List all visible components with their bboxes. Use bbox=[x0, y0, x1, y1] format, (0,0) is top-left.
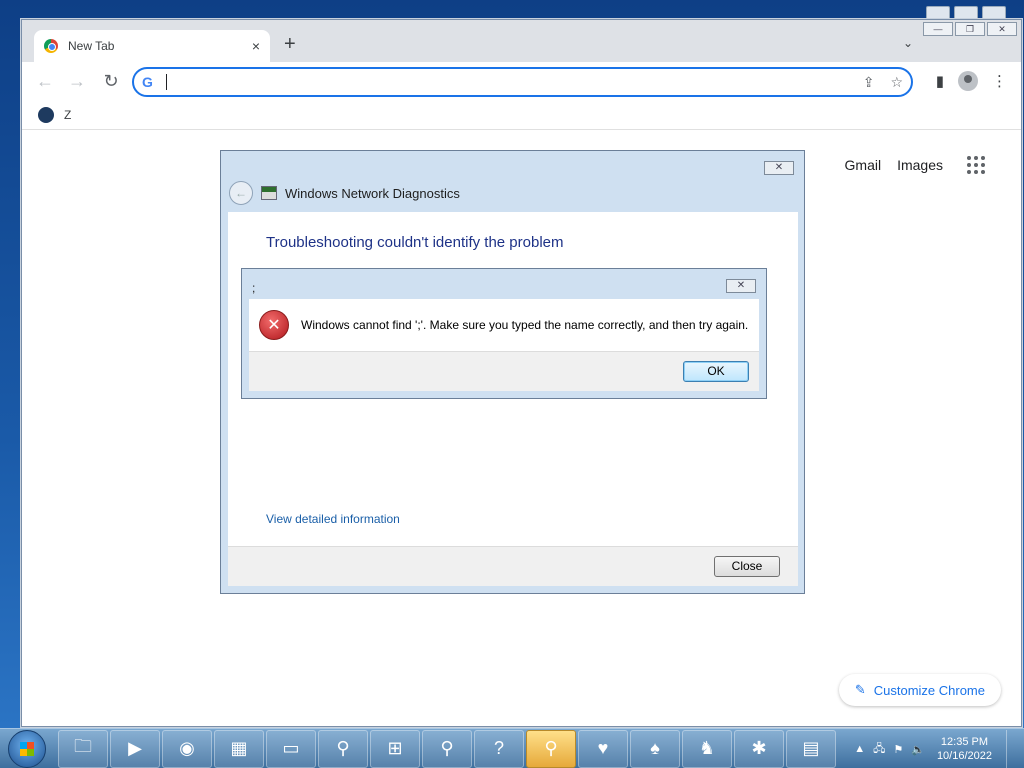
diagnostics-footer: Close bbox=[228, 546, 798, 586]
remote-desktop-icon: ▭ bbox=[282, 738, 300, 758]
images-link[interactable]: Images bbox=[897, 157, 943, 173]
address-input[interactable] bbox=[166, 74, 847, 90]
google-apps-icon[interactable] bbox=[967, 156, 985, 174]
volume-icon[interactable]: 🔈 bbox=[911, 743, 925, 756]
tab-close-icon[interactable]: × bbox=[252, 38, 260, 54]
taskbar-item-network-diagnostics[interactable]: ⚲ bbox=[526, 729, 576, 768]
taskbar-item-search-2[interactable]: ⚲ bbox=[422, 729, 472, 768]
error-body: ✕ Windows cannot find ';'. Make sure you… bbox=[249, 299, 759, 351]
share-icon[interactable]: ⇪ bbox=[863, 74, 875, 91]
minimize-button[interactable]: — bbox=[923, 22, 953, 36]
browser-toolbar: ← → ↻ G ⇪ ☆ ▮ ⋮ bbox=[22, 62, 1021, 100]
omnibox[interactable]: G ⇪ ☆ bbox=[132, 67, 913, 97]
taskbar-item-chess[interactable]: ♞ bbox=[682, 729, 732, 768]
back-button[interactable]: ← bbox=[34, 70, 56, 92]
tab-strip: New Tab × + ⌄ — ❐ ✕ bbox=[22, 20, 1021, 62]
search-icon: ⚲ bbox=[336, 738, 350, 758]
reload-button[interactable]: ↻ bbox=[100, 70, 122, 92]
customize-chrome-label: Customize Chrome bbox=[873, 682, 985, 698]
clock-date: 10/16/2022 bbox=[936, 750, 992, 762]
taskbar-item-hearts[interactable]: ♥ bbox=[578, 729, 628, 768]
network-diagnostics-icon bbox=[261, 186, 277, 200]
ok-button[interactable]: OK bbox=[683, 361, 749, 382]
diagnostics-heading: Troubleshooting couldn't identify the pr… bbox=[266, 234, 564, 251]
pencil-icon: ✎ bbox=[854, 682, 866, 697]
error-icon: ✕ bbox=[259, 310, 289, 340]
search-2-icon: ⚲ bbox=[440, 738, 454, 758]
close-button[interactable]: Close bbox=[714, 556, 780, 577]
bookmark-favicon-icon bbox=[38, 106, 54, 123]
new-tab-button[interactable]: + bbox=[284, 34, 296, 54]
hearts-icon: ♥ bbox=[597, 738, 609, 758]
error-close-icon[interactable]: ✕ bbox=[726, 279, 756, 293]
chrome-icon: ◉ bbox=[179, 738, 195, 758]
media-player-icon: ▶ bbox=[128, 738, 142, 758]
spider-solitaire-icon: ✱ bbox=[751, 738, 767, 758]
window-controls: — ❐ ✕ bbox=[923, 22, 1017, 36]
tab-title: New Tab bbox=[68, 39, 115, 53]
taskbar-item-remote-desktop[interactable]: ▭ bbox=[266, 729, 316, 768]
forward-button[interactable]: → bbox=[66, 70, 88, 92]
clock-time: 12:35 PM bbox=[940, 736, 989, 748]
system-tray: ▲ 🖧 ⚑ 🔈 12:35 PM 10/16/2022 bbox=[854, 729, 1016, 768]
background-window-controls bbox=[920, 6, 1006, 20]
diagnostics-header: ← Windows Network Diagnostics bbox=[229, 181, 460, 205]
bookmark-star-icon[interactable]: ☆ bbox=[890, 74, 903, 91]
bookmarks-bar: Z bbox=[22, 100, 1021, 130]
start-button[interactable] bbox=[8, 729, 46, 768]
gmail-link[interactable]: Gmail bbox=[845, 157, 882, 173]
close-window-button[interactable]: ✕ bbox=[987, 22, 1017, 36]
bookmark-item-z[interactable]: Z bbox=[64, 108, 71, 122]
error-message: Windows cannot find ';'. Make sure you t… bbox=[301, 318, 749, 332]
menu-icon[interactable]: ⋮ bbox=[992, 72, 1007, 90]
taskbar-item-solitaire[interactable]: ♠ bbox=[630, 729, 680, 768]
explorer-icon: 🗀 bbox=[74, 735, 92, 756]
network-diagnostics-icon: ⚲ bbox=[544, 738, 558, 758]
diagnostics-title: Windows Network Diagnostics bbox=[285, 185, 460, 201]
view-detailed-information-link[interactable]: View detailed information bbox=[266, 512, 400, 526]
taskbar-item-windows-update[interactable]: ⊞ bbox=[370, 729, 420, 768]
task-manager-icon: ▤ bbox=[802, 738, 820, 758]
maximize-button[interactable]: ❐ bbox=[955, 22, 985, 36]
show-desktop-button[interactable] bbox=[1006, 730, 1016, 768]
chess-icon: ♞ bbox=[698, 738, 716, 758]
tab-new-tab[interactable]: New Tab × bbox=[34, 30, 270, 62]
taskbar-item-spider-solitaire[interactable]: ✱ bbox=[734, 729, 784, 768]
google-g-icon: G bbox=[142, 74, 153, 90]
windows-update-icon: ⊞ bbox=[387, 738, 403, 758]
toolbar-right: ▮ ⋮ bbox=[936, 71, 1007, 91]
control-panel-icon: ▦ bbox=[230, 738, 248, 758]
network-tray-icon[interactable]: 🖧 bbox=[873, 740, 885, 759]
taskbar-item-control-panel[interactable]: ▦ bbox=[214, 729, 264, 768]
solitaire-icon: ♠ bbox=[650, 738, 660, 758]
taskbar-item-media-player[interactable]: ▶ bbox=[110, 729, 160, 768]
error-footer: OK bbox=[249, 351, 759, 391]
customize-chrome-button[interactable]: ✎ Customize Chrome bbox=[838, 674, 1001, 706]
side-panel-icon[interactable]: ▮ bbox=[936, 72, 944, 90]
chrome-favicon-icon bbox=[44, 39, 58, 53]
diagnostics-close-icon[interactable]: ✕ bbox=[764, 161, 794, 175]
profile-avatar-icon[interactable] bbox=[958, 71, 978, 91]
taskbar-item-chrome[interactable]: ◉ bbox=[162, 729, 212, 768]
taskbar-item-explorer[interactable]: 🗀 bbox=[58, 729, 108, 768]
error-dialog-title: ; bbox=[252, 281, 256, 295]
error-dialog: ; ✕ ✕ Windows cannot find ';'. Make sure… bbox=[241, 268, 767, 399]
tray-expand-icon[interactable]: ▲ bbox=[854, 743, 865, 755]
taskbar: 🗀 ▶ ◉ ▦ ▭ ⚲ ⊞ ⚲? ⚲ ♥ ♠ ♞ ✱ ▤ ▲ 🖧 ⚑ 🔈 12:35 PM 10/16/2… bbox=[0, 728, 1024, 768]
back-arrow-icon[interactable]: ← bbox=[229, 181, 253, 205]
taskbar-item-task-manager[interactable]: ▤ bbox=[786, 729, 836, 768]
taskbar-items: 🗀 ▶ ◉ ▦ ▭ ⚲ ⊞ ⚲? ⚲ ♥ ♠ ♞ ✱ ▤ bbox=[58, 729, 838, 768]
taskbar-item-search[interactable]: ⚲ bbox=[318, 729, 368, 768]
help-icon: ? bbox=[493, 738, 504, 758]
taskbar-item-help[interactable]: ? bbox=[474, 729, 524, 768]
clock[interactable]: 12:35 PM 10/16/2022 bbox=[937, 735, 992, 763]
tab-search-icon[interactable]: ⌄ bbox=[903, 36, 913, 50]
action-center-icon[interactable]: ⚑ bbox=[893, 743, 903, 756]
ntp-header-links: Gmail Images bbox=[845, 156, 985, 174]
